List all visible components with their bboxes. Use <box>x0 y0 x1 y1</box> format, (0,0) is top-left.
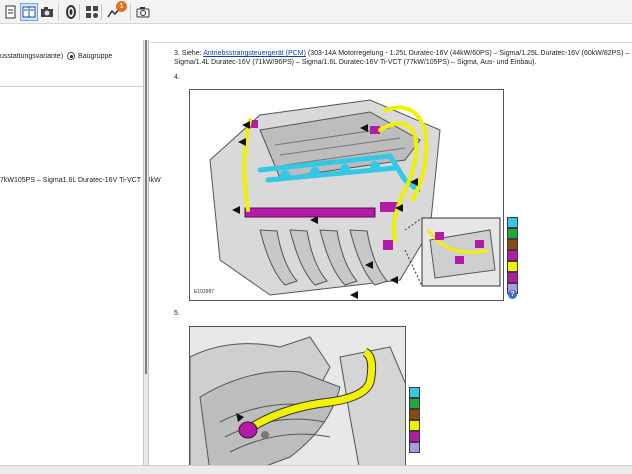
camera-icon <box>41 7 53 17</box>
radio-option-variant-label[interactable]: usstattungsvariante) <box>0 53 63 60</box>
filter-options: usstattungsvariante) Baugruppe <box>0 40 145 87</box>
components-button[interactable] <box>83 3 101 21</box>
legend-swatch <box>409 387 420 398</box>
pane-splitter[interactable] <box>143 40 149 465</box>
legend-swatch <box>409 398 420 409</box>
pages-button[interactable] <box>20 3 38 21</box>
step-4-label: 4. <box>174 74 180 81</box>
pages-icon <box>22 6 36 18</box>
legend-swatch <box>507 261 518 272</box>
legend-swatch <box>507 228 518 239</box>
media-button[interactable] <box>38 3 56 21</box>
legend-swatch <box>409 442 420 453</box>
document-button[interactable] <box>2 3 20 21</box>
components-icon <box>86 6 98 18</box>
engine-figure: E102987 <box>189 89 504 301</box>
legend-swatch <box>409 409 420 420</box>
legend-swatch <box>507 250 518 261</box>
radio-baugruppe[interactable] <box>67 52 76 60</box>
legend-swatch <box>409 420 420 431</box>
toolbar: 1 <box>0 0 632 24</box>
legend-swatch <box>507 217 518 228</box>
step3-prefix: 3. Siehe: <box>174 50 204 57</box>
scrollbar-thumb[interactable] <box>145 40 147 374</box>
help-icon[interactable]: ? <box>508 290 517 299</box>
snapshot-button[interactable] <box>134 3 152 21</box>
wheel-button[interactable] <box>62 3 80 21</box>
document-icon <box>5 5 16 19</box>
radio-group: usstattungsvariante) Baugruppe <box>0 52 112 60</box>
radio-baugruppe-label[interactable]: Baugruppe <box>78 53 112 60</box>
hose-figure <box>189 326 406 465</box>
figure-code: E102987 <box>194 289 215 295</box>
variant-list-item[interactable]: 7kW105PS – Sigma1.6L Duratec-16V Ti-VCT … <box>0 177 161 184</box>
divider <box>150 42 632 43</box>
legend-swatch <box>507 272 518 283</box>
color-legend <box>507 217 518 294</box>
content-pane: 3. Siehe: Antriebsstrangsteuergerät (PCM… <box>150 24 632 465</box>
wheel-icon <box>66 5 76 19</box>
hose-illustration <box>190 327 405 465</box>
engine-illustration <box>209 99 501 299</box>
step-3: 3. Siehe: Antriebsstrangsteuergerät (PCM… <box>174 49 632 67</box>
left-pane: usstattungsvariante) Baugruppe 7kW105PS … <box>0 40 161 465</box>
step-5-label: 5. <box>174 310 180 317</box>
notification-badge[interactable]: 1 <box>116 1 127 12</box>
legend-swatch <box>409 431 420 442</box>
legend-swatch <box>507 239 518 250</box>
camera-icon <box>136 7 150 18</box>
status-bar <box>0 465 632 474</box>
pcm-link[interactable]: Antriebsstrangsteuergerät (PCM) <box>203 50 306 57</box>
color-legend-5 <box>409 387 420 453</box>
